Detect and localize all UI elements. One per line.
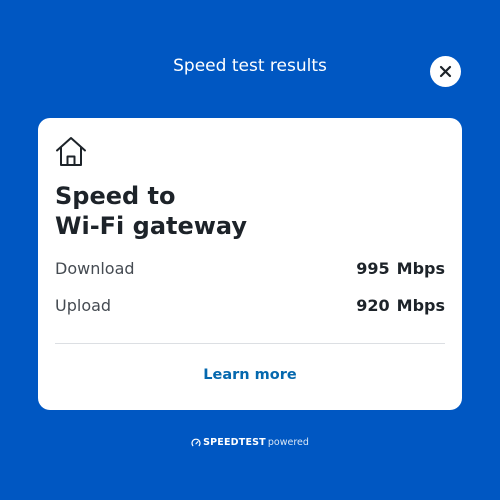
card-title-line1: Speed to (55, 182, 176, 210)
speedtest-powered: powered (267, 437, 309, 448)
upload-unit: Mbps (396, 296, 445, 315)
card-title-line2: Wi-Fi gateway (55, 212, 248, 240)
divider (55, 343, 445, 344)
upload-label: Upload (55, 296, 112, 315)
results-card: Speed to Wi-Fi gateway Download 995 Mbps … (38, 118, 462, 410)
download-value: 995 Mbps (356, 257, 445, 281)
speedtest-footer: SPEEDTEST powered (0, 436, 500, 450)
download-label: Download (55, 259, 135, 278)
download-speed: 995 (356, 259, 390, 278)
card-title: Speed to Wi-Fi gateway (55, 181, 445, 241)
download-unit: Mbps (396, 259, 445, 278)
upload-value: 920 Mbps (356, 294, 445, 318)
learn-more-link[interactable]: Learn more (38, 364, 462, 386)
speedtest-brand: SPEEDTEST (203, 437, 266, 448)
home-icon (56, 137, 86, 166)
download-row: Download 995 Mbps (55, 257, 445, 281)
page-title: Speed test results (173, 56, 327, 76)
speedtest-gauge-icon (191, 438, 201, 447)
upload-row: Upload 920 Mbps (55, 294, 445, 318)
upload-speed: 920 (356, 296, 390, 315)
close-button[interactable] (430, 56, 461, 87)
close-icon (439, 65, 452, 78)
